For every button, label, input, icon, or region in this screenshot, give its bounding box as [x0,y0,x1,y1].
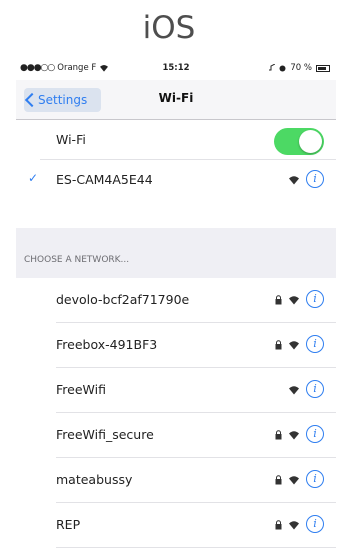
info-icon[interactable]: i [306,470,324,488]
wifi-icon [289,386,299,395]
info-icon[interactable]: i [306,515,324,533]
connected-network-name: ES-CAM4A5E44 [56,172,153,187]
phone-icon [269,64,276,71]
wifi-icon [289,176,299,185]
page-heading: iOS [142,10,196,46]
lock-icon [275,475,282,485]
network-row[interactable]: mateabussy i [16,458,336,503]
lock-icon [275,520,282,530]
network-name: mateabussy [56,472,133,487]
status-bar: ●●●○○ Orange F 15:12 70 % [16,58,336,80]
network-row[interactable]: Freebox-491BF3 i [16,323,336,368]
network-row[interactable]: REP i [16,503,336,548]
network-name: FreeWifi_secure [56,427,154,442]
choose-network-section-header: CHOOSE A NETWORK... [16,228,336,278]
wifi-icon [289,296,299,305]
wifi-toggle-switch[interactable] [274,128,324,155]
wifi-icon [289,521,299,530]
battery-percent: 70 % [290,63,312,73]
network-name: FreeWifi [56,382,106,397]
phone-screen: ●●●○○ Orange F 15:12 70 % Settings Wi-Fi… [16,58,336,553]
wifi-icon [289,476,299,485]
wifi-toggle-label: Wi-Fi [56,132,86,147]
row-separator [56,547,336,548]
network-row[interactable]: devolo-bcf2af71790e i [16,278,336,323]
wifi-icon [289,341,299,350]
nav-title: Wi-Fi [158,91,194,105]
section-header-label: CHOOSE A NETWORK... [24,255,130,265]
wifi-icon [289,431,299,440]
info-icon[interactable]: i [306,425,324,443]
status-right: 70 % [269,63,330,73]
toggle-knob [299,130,322,153]
info-icon[interactable]: i [306,380,324,398]
lock-icon [275,430,282,440]
info-icon[interactable]: i [306,335,324,353]
wifi-toggle-row: Wi-Fi [16,120,336,160]
network-name: devolo-bcf2af71790e [56,292,190,307]
lock-icon [275,340,282,350]
alarm-icon [279,65,286,71]
checkmark-icon: ✓ [28,171,39,185]
network-name: Freebox-491BF3 [56,337,158,352]
connected-network-row[interactable]: ✓ ES-CAM4A5E44 i [16,160,336,200]
network-row[interactable]: FreeWifi_secure i [16,413,336,458]
info-icon[interactable]: i [306,170,324,188]
network-name: REP [56,517,81,532]
network-row[interactable]: FreeWifi i [16,368,336,413]
battery-icon [316,64,330,72]
info-icon[interactable]: i [306,290,324,308]
lock-icon [275,295,282,305]
navigation-bar: Settings Wi-Fi [16,80,336,120]
